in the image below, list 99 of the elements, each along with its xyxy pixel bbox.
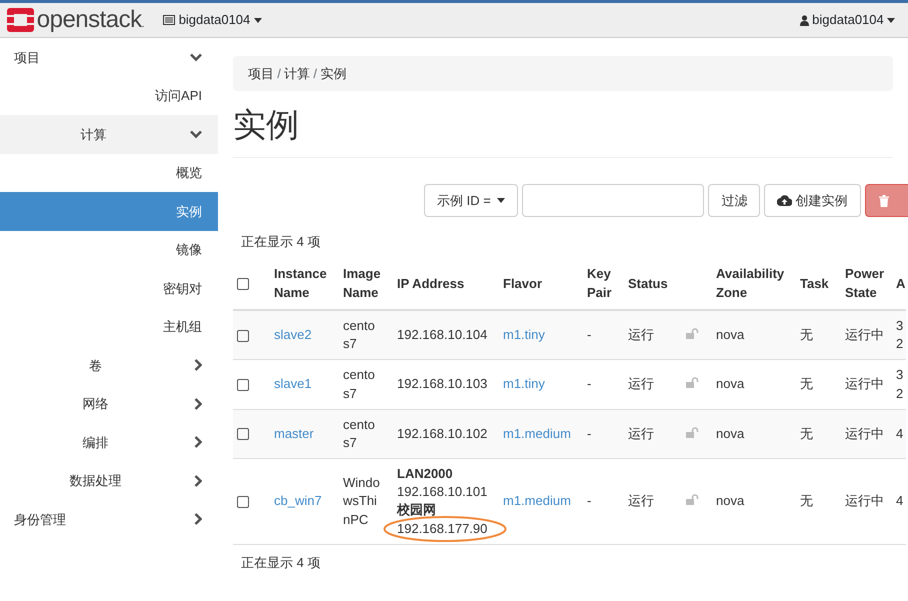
user-dropdown[interactable]: bigdata0104 xyxy=(800,10,895,30)
table-cell-text: centos7 xyxy=(343,416,376,452)
sidebar-item[interactable]: 卷 xyxy=(0,346,218,384)
sidebar-item[interactable]: 实例 xyxy=(0,192,218,230)
ip-address: 192.168.10.102 xyxy=(397,424,488,443)
table-cell-text: centos7 xyxy=(343,366,376,403)
table-cell: nova xyxy=(716,426,744,441)
sidebar-item[interactable]: 访问API xyxy=(0,76,218,115)
server-icon xyxy=(163,15,176,25)
column-header[interactable]: Availability Zone xyxy=(716,265,792,303)
column-header[interactable]: Key Pair xyxy=(587,265,620,303)
chevron-right-icon xyxy=(194,474,202,487)
item-count: 正在显示 4 项 xyxy=(240,232,322,251)
row-checkbox[interactable] xyxy=(237,379,249,392)
table-cell: - xyxy=(587,327,592,342)
cloud-upload-icon xyxy=(777,195,792,206)
chevron-right-icon xyxy=(194,359,202,372)
chevron-right-icon xyxy=(194,398,202,410)
column-header[interactable]: Task xyxy=(800,274,837,294)
ip-address: 192.168.10.104 xyxy=(397,326,488,344)
network-name: LAN2000 xyxy=(397,465,454,484)
table-cell-text: 3 xyxy=(896,366,904,384)
table-cell: nova xyxy=(716,327,744,342)
instance-link[interactable]: cb_win7 xyxy=(274,493,322,508)
network-name: 校园网 xyxy=(397,501,437,520)
column-header[interactable]: Flavor xyxy=(503,274,579,294)
sidebar-item[interactable]: 密钥对 xyxy=(0,269,218,308)
status-text: 运行 xyxy=(628,327,654,342)
filter-field[interactable] xyxy=(522,184,704,218)
row-checkbox[interactable] xyxy=(237,428,249,440)
user-icon xyxy=(800,14,809,26)
item-count: 正在显示 4 项 xyxy=(240,554,322,572)
flavor-link[interactable]: m1.tiny xyxy=(503,376,545,392)
column-header[interactable]: Image Name xyxy=(343,265,389,303)
table-cell-text: 3 xyxy=(896,316,904,335)
flavor-link[interactable]: m1.medium xyxy=(503,493,571,508)
table-cell-text: 2 xyxy=(896,384,904,403)
column-header[interactable]: IP Address xyxy=(397,274,495,294)
chevron-right-icon xyxy=(194,436,202,448)
trash-icon xyxy=(878,194,889,207)
sidebar-item[interactable]: 编排 xyxy=(0,423,218,462)
brand-logo-text[interactable]: openstack. xyxy=(36,8,144,32)
table-cell: 运行中 xyxy=(845,327,884,342)
caret-icon xyxy=(887,18,895,22)
column-header[interactable]: A xyxy=(896,274,906,294)
sidebar-item[interactable]: 计算 xyxy=(0,115,218,154)
chevron-down-icon xyxy=(190,52,202,62)
table-cell: nova xyxy=(716,376,744,392)
instance-link[interactable]: slave1 xyxy=(274,376,312,392)
status-text: 运行 xyxy=(628,376,654,392)
breadcrumb-item[interactable]: 项目 xyxy=(248,64,274,84)
ip-address: 192.168.177.90 xyxy=(397,520,488,538)
chevron-right-icon xyxy=(194,513,202,526)
sidebar-item[interactable]: 数据处理 xyxy=(0,462,218,500)
table-cell: 运行中 xyxy=(845,376,884,392)
table-cell: 无 xyxy=(800,493,813,508)
breadcrumb-item[interactable]: 计算 xyxy=(284,64,310,84)
breadcrumb-item: 实例 xyxy=(320,64,346,83)
breadcrumb-separator: / xyxy=(313,64,317,83)
caret-icon xyxy=(497,198,506,204)
sidebar-item[interactable]: 概览 xyxy=(0,154,218,192)
sidebar-item[interactable]: 镜像 xyxy=(0,230,218,269)
status-text: 运行 xyxy=(628,493,654,508)
select-all-checkbox[interactable] xyxy=(237,278,249,290)
table-cell: 运行中 xyxy=(845,493,884,508)
table-cell-text: 2 xyxy=(896,335,904,354)
table-cell-text: centos7 xyxy=(343,316,376,354)
table-cell: 运行中 xyxy=(845,426,884,441)
sidebar-item[interactable]: 身份管理 xyxy=(0,500,218,538)
row-checkbox[interactable] xyxy=(237,496,249,508)
row-checkbox[interactable] xyxy=(237,330,249,342)
table-cell: - xyxy=(587,493,592,508)
sidebar-item[interactable]: 项目 xyxy=(0,38,218,76)
breadcrumb-separator: / xyxy=(277,64,281,83)
table-cell: WindowsThinPC xyxy=(343,474,381,529)
table-cell: 无 xyxy=(800,426,813,441)
chevron-down-icon xyxy=(190,130,202,139)
status-text: 运行 xyxy=(628,426,654,441)
caret-icon xyxy=(254,18,262,22)
filter-button[interactable]: 过滤 xyxy=(708,184,760,218)
logo-icon xyxy=(6,8,34,32)
column-header[interactable]: Status xyxy=(628,274,678,294)
column-header[interactable]: Instance Name xyxy=(274,265,335,303)
page-title: 实例 xyxy=(233,107,893,158)
table-cell: - xyxy=(587,376,592,392)
sidebar-item[interactable]: 网络 xyxy=(0,384,218,423)
create-instance-button[interactable]: 创建实例 xyxy=(764,184,861,218)
filter-select[interactable]: 示例 ID = xyxy=(424,184,518,218)
table-cell-text: 4 xyxy=(896,492,904,510)
table-cell-text: 4 xyxy=(896,424,904,443)
column-header[interactable]: Power State xyxy=(845,265,892,303)
ip-address: 192.168.10.101 xyxy=(397,483,488,502)
table-cell: - xyxy=(587,426,592,441)
table-cell: 无 xyxy=(800,327,813,342)
table-cell: 无 xyxy=(800,376,813,392)
project-dropdown[interactable]: bigdata0104 xyxy=(163,10,262,30)
table-cell: nova xyxy=(716,493,744,508)
sidebar-item[interactable]: 主机组 xyxy=(0,308,218,346)
ip-address: 192.168.10.103 xyxy=(397,375,488,394)
